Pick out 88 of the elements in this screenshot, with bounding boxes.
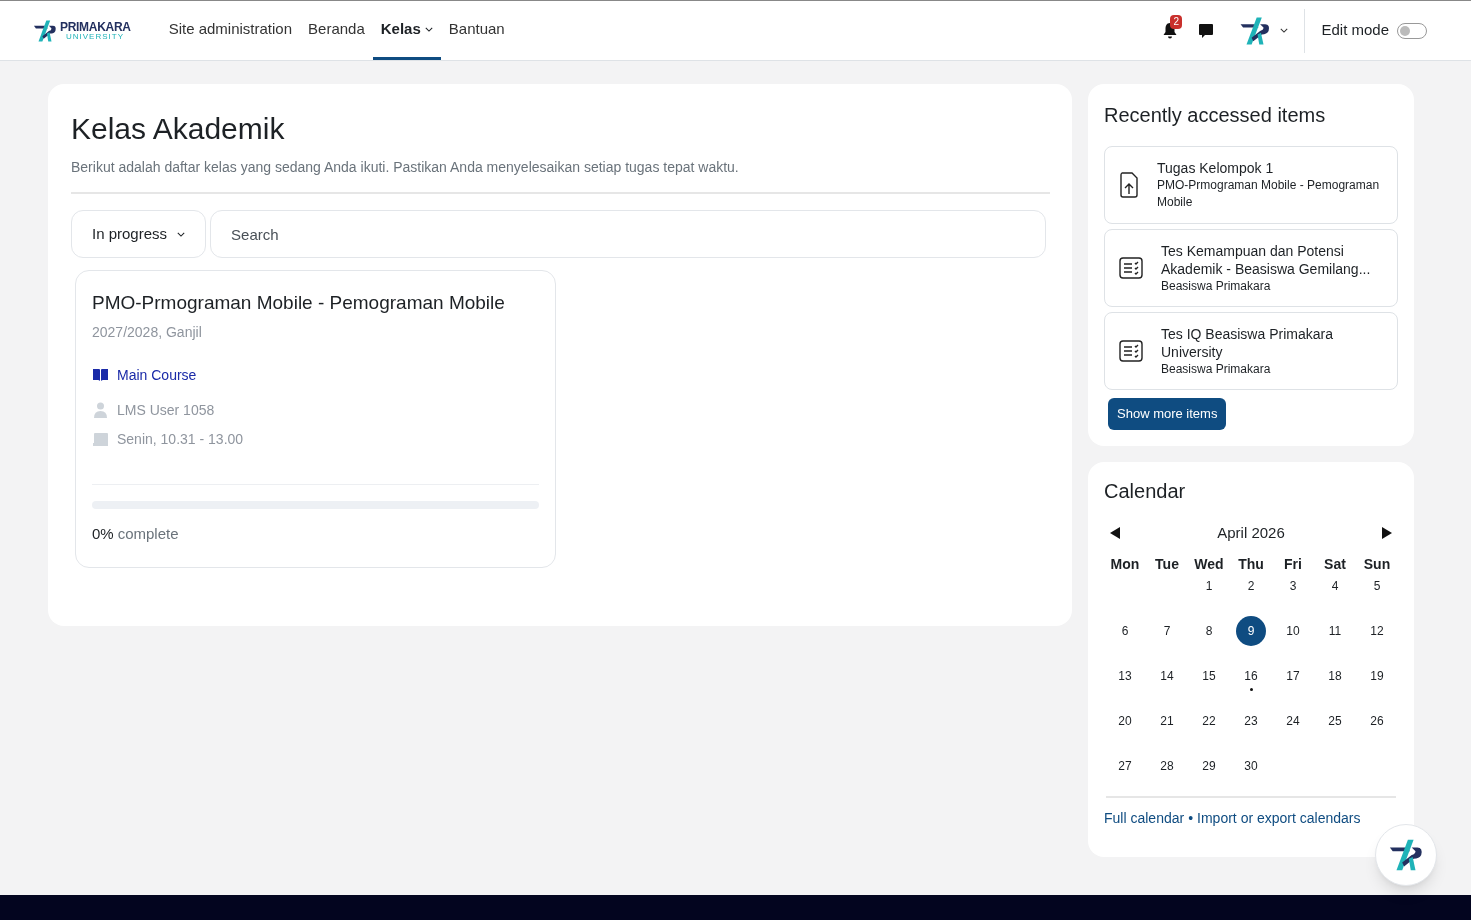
link-separator: • [1188, 809, 1194, 828]
recent-item[interactable]: Tes Kemampuan dan Potensi Akademik - Beasiswa Gemilang... Beasiswa Primakara [1104, 229, 1398, 307]
weekday-label: Tue [1154, 555, 1180, 574]
calendar-title: Calendar [1104, 478, 1187, 504]
next-month-icon[interactable] [1382, 526, 1392, 539]
calendar-day[interactable]: 12 [1362, 616, 1392, 646]
import-export-link[interactable]: Import or export calendars [1197, 808, 1361, 829]
previous-month-icon[interactable] [1110, 526, 1120, 539]
calendar-day[interactable]: 4 [1320, 571, 1350, 601]
calendar-day[interactable]: 15 [1194, 661, 1224, 691]
weekday-label: Mon [1109, 555, 1141, 574]
calendar-day[interactable]: 11 [1320, 616, 1350, 646]
calendar-day[interactable]: 1 [1194, 571, 1224, 601]
caret-icon [177, 231, 186, 237]
recent-item-title: Tes IQ Beasiswa Primakara University [1161, 324, 1334, 361]
show-more-button[interactable]: Show more items [1108, 398, 1227, 430]
calendar-day[interactable]: 10 [1278, 616, 1308, 646]
nav-link[interactable]: Site administration [160, 1, 301, 60]
floating-logo-button[interactable] [1375, 824, 1437, 886]
course-category-link[interactable]: Main Course [117, 364, 197, 386]
search-field[interactable]: Search [210, 210, 1046, 258]
calendar-day[interactable]: 18 [1320, 661, 1350, 691]
recent-item-course: Beasiswa Primakara [1161, 277, 1272, 295]
calendar-day[interactable]: 17 [1278, 661, 1308, 691]
filter-dropdown[interactable]: In progress [71, 210, 207, 258]
nav-link[interactable]: Kelas [372, 1, 441, 60]
recent-item-course: Beasiswa Primakara [1161, 360, 1272, 378]
calendar-day[interactable]: 23 [1236, 706, 1266, 736]
nav-link[interactable]: Bantuan [440, 1, 513, 60]
file-upload-icon [1119, 172, 1139, 198]
weekday-label: Fri [1283, 555, 1303, 574]
recent-item[interactable]: Tes IQ Beasiswa Primakara University Beasiswa Primakara [1104, 312, 1398, 390]
calendar-day[interactable]: 25 [1320, 706, 1350, 736]
course-card[interactable]: PMO-Prmograman Mobile - Pemograman Mobile 2027/2028, Ganjil Main Course LMS User 1058 Senin, 10.31 - 13.00 0% complete [75, 270, 556, 568]
calendar-day[interactable]: 29 [1194, 751, 1224, 781]
edit-mode-toggle[interactable] [1397, 22, 1427, 39]
checklist-icon [1119, 257, 1143, 279]
logo-icon [32, 18, 58, 43]
recent-item-course: PMO-Prmograman Mobile - Pemograman Mobile [1157, 177, 1381, 211]
progress-label: complete [117, 523, 179, 544]
page-title: Kelas Akademik [71, 111, 286, 147]
chat-icon[interactable] [1198, 22, 1215, 39]
progress-percent: 0% [92, 523, 114, 544]
edit-mode-label: Edit mode [1321, 20, 1389, 41]
page-description: Berikut adalah daftar kelas yang sedang Anda ikuti. Pastikan Anda menyelesaikan setiap tugas tepat waktu. [71, 158, 740, 177]
calendar-day[interactable]: 2 [1236, 571, 1266, 601]
calendar-day[interactable]: 26 [1362, 706, 1392, 736]
checklist-icon [1119, 340, 1143, 362]
calendar-day[interactable]: 20 [1110, 706, 1140, 736]
nav-link[interactable]: Beranda [300, 1, 373, 60]
recent-item-title: Tes Kemampuan dan Potensi Akademik - Beasiswa Gemilang... [1161, 241, 1372, 278]
course-schedule: Senin, 10.31 - 13.00 [117, 429, 244, 449]
recent-items-title: Recently accessed items [1104, 103, 1327, 128]
course-title[interactable]: PMO-Prmograman Mobile - Pemograman Mobile [92, 289, 539, 318]
calendar-day[interactable]: 16 [1236, 661, 1266, 691]
calendar-day[interactable]: 13 [1110, 661, 1140, 691]
recent-item-title: Tugas Kelompok 1 [1157, 159, 1275, 177]
notification-badge: 2 [1170, 15, 1182, 29]
book-icon [92, 368, 109, 382]
calendar-day[interactable]: 28 [1152, 751, 1182, 781]
calendar-day[interactable]: 3 [1278, 571, 1308, 601]
calendar-day[interactable]: 8 [1194, 616, 1224, 646]
course-term: 2027/2028, Ganjil [92, 322, 203, 342]
logo-subtitle: UNIVERSITY [65, 32, 125, 41]
full-calendar-link[interactable]: Full calendar [1104, 808, 1185, 829]
calendar-day[interactable]: 27 [1110, 751, 1140, 781]
course-teacher: LMS User 1058 [117, 400, 215, 420]
logo-name: PRIMAKARA [60, 20, 131, 33]
calendar-day[interactable]: 19 [1362, 661, 1392, 691]
weekday-label: Sat [1323, 555, 1347, 574]
caret-icon [1280, 28, 1289, 33]
calendar-day[interactable]: 22 [1194, 706, 1224, 736]
calendar-day[interactable]: 14 [1152, 661, 1182, 691]
calendar-day[interactable]: 21 [1152, 706, 1182, 736]
calendar-icon [92, 432, 109, 446]
weekday-label: Wed [1193, 555, 1225, 574]
calendar-day[interactable]: 24 [1278, 706, 1308, 736]
weekday-label: Sun [1362, 555, 1392, 574]
calendar-day[interactable]: 6 [1110, 616, 1140, 646]
calendar-day[interactable]: 5 [1362, 571, 1392, 601]
logo-icon [1387, 837, 1425, 873]
user-icon [92, 402, 109, 418]
calendar-day[interactable]: 9 [1236, 616, 1266, 646]
calendar-day[interactable]: 7 [1152, 616, 1182, 646]
month-label: April 2026 [1217, 522, 1285, 543]
recent-item[interactable]: Tugas Kelompok 1 PMO-Prmograman Mobile - Pemograman Mobile [1104, 146, 1398, 224]
calendar-day[interactable]: 30 [1236, 751, 1266, 781]
weekday-label: Thu [1237, 555, 1265, 574]
